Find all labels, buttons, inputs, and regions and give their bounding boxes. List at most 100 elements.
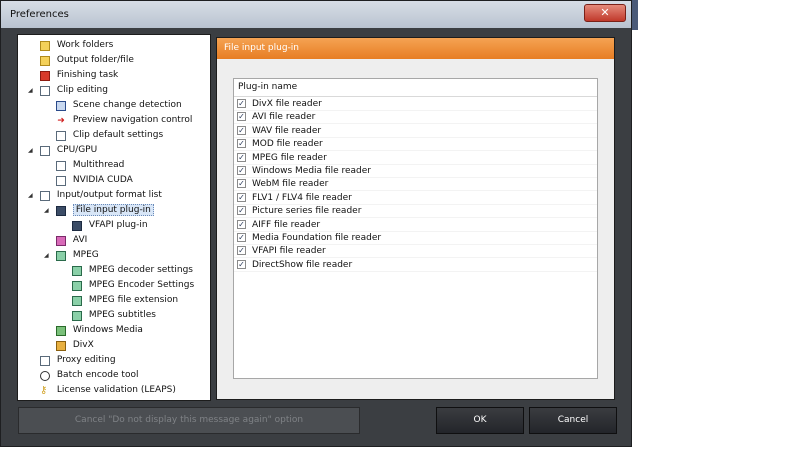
plugin-row[interactable]: ✓ FLV1 / FLV4 file reader: [234, 192, 597, 205]
tree-item-cpu-gpu[interactable]: CPU/GPU: [40, 143, 97, 158]
tree-item-mpeg-subtitles[interactable]: MPEG subtitles: [72, 308, 156, 323]
tree-item-preview-navigation-control[interactable]: ➜ Preview navigation control: [56, 113, 192, 128]
plugin-row[interactable]: ✓ MPEG file reader: [234, 152, 597, 165]
tree-item-mpeg-file-extension[interactable]: MPEG file extension: [72, 293, 178, 308]
monitor-icon: [72, 220, 82, 231]
plugin-row[interactable]: ✓ AVI file reader: [234, 111, 597, 125]
tree-item-label: MPEG Encoder Settings: [88, 280, 195, 290]
close-button[interactable]: ✕: [584, 4, 626, 22]
plugin-checkbox[interactable]: ✓: [237, 139, 246, 149]
plugin-checkbox[interactable]: ✓: [237, 125, 246, 135]
collapse-arrow-icon[interactable]: ◢: [28, 147, 33, 154]
plugin-row[interactable]: ✓ MOD file reader: [234, 138, 597, 152]
tree-item-label: AVI: [72, 235, 88, 245]
tree-item-label: Input/output format list: [56, 190, 162, 200]
tree-item-label: Scene change detection: [72, 100, 182, 110]
tree-item-label: MPEG decoder settings: [88, 265, 193, 275]
tree-item-label: MPEG: [72, 250, 99, 260]
tree-item-label: Multithread: [72, 160, 125, 170]
tree-item-clip-default-settings[interactable]: Clip default settings: [56, 128, 163, 143]
plugin-name: AVI file reader: [252, 112, 316, 123]
tree-item-label: Work folders: [56, 40, 114, 50]
plugin-checkbox[interactable]: ✓: [237, 192, 246, 202]
tree-item-label: MPEG file extension: [88, 295, 179, 305]
plugin-row[interactable]: ✓ VFAPI file reader: [234, 245, 597, 259]
tree-item-label: VFAPI plug-in: [88, 220, 148, 230]
plugin-checkbox[interactable]: ✓: [237, 259, 246, 269]
close-icon: ✕: [600, 6, 610, 19]
collapse-arrow-icon[interactable]: ◢: [28, 192, 33, 199]
monitor-icon: [56, 205, 66, 216]
cancel-message-option-button[interactable]: Cancel "Do not display this message agai…: [18, 407, 360, 434]
plugin-row[interactable]: ✓ DirectShow file reader: [234, 259, 597, 272]
output-folder-icon: [40, 55, 50, 66]
plugin-checkbox[interactable]: ✓: [237, 152, 246, 162]
tree-item-license-validation[interactable]: ⚷ License validation (LEAPS): [40, 383, 176, 398]
cancel-button[interactable]: Cancel: [529, 407, 617, 434]
tree-item-label: License validation (LEAPS): [56, 385, 176, 395]
tree-item-label: NVIDIA CUDA: [72, 175, 133, 185]
tree-item-label: MPEG subtitles: [88, 310, 156, 320]
tree-item-vfapi-plug-in[interactable]: VFAPI plug-in: [72, 218, 148, 233]
plugin-row[interactable]: ✓ Picture series file reader: [234, 205, 597, 219]
tree-item-multithread[interactable]: Multithread: [56, 158, 124, 173]
finishing-task-icon: [40, 70, 50, 81]
ok-button[interactable]: OK: [436, 407, 524, 434]
tree-item-file-input-plug-in[interactable]: File input plug-in: [56, 203, 154, 218]
preferences-window: Preferences ✕ Work folders Output folder…: [0, 0, 632, 447]
collapse-arrow-icon[interactable]: ◢: [28, 87, 33, 94]
tree-item-label: File input plug-in: [72, 204, 154, 216]
clock-icon: [40, 370, 50, 381]
tree-item-output-folder-file[interactable]: Output folder/file: [40, 53, 134, 68]
tree-item-divx[interactable]: DivX: [56, 338, 94, 353]
plugin-checkbox[interactable]: ✓: [237, 166, 246, 175]
tree-item-nvidia-cuda[interactable]: NVIDIA CUDA: [56, 173, 133, 188]
plugin-name: WAV file reader: [252, 125, 322, 136]
plugin-list: Plug-in name ✓ DivX file reader ✓ AVI file …: [233, 78, 598, 379]
plugin-checkbox[interactable]: ✓: [237, 112, 246, 122]
plugin-name: MOD file reader: [252, 139, 323, 150]
plugin-row[interactable]: ✓ Media Foundation file reader: [234, 232, 597, 245]
collapse-arrow-icon[interactable]: ◢: [44, 252, 49, 259]
plugin-name: VFAPI file reader: [252, 246, 326, 257]
plugin-checkbox[interactable]: ✓: [237, 179, 246, 189]
plugin-checkbox[interactable]: ✓: [237, 219, 246, 229]
tree-item-label: CPU/GPU: [56, 145, 98, 155]
plugin-checkbox[interactable]: ✓: [237, 99, 246, 108]
tree-item-mpeg[interactable]: MPEG: [56, 248, 99, 263]
scene-change-icon: [56, 100, 66, 111]
tree-item-label: Clip default settings: [72, 130, 164, 140]
tree-item-work-folders[interactable]: Work folders: [40, 38, 113, 53]
window-title: Preferences: [10, 9, 69, 20]
tree-item-label: Proxy editing: [56, 355, 116, 365]
proxy-icon: [40, 355, 50, 366]
plugin-row[interactable]: ✓ WAV file reader: [234, 125, 597, 138]
tree-item-mpeg-encoder-settings[interactable]: MPEG Encoder Settings: [72, 278, 194, 293]
panel-header: File input plug-in: [217, 38, 614, 59]
tree-item-input-output-format-list[interactable]: Input/output format list: [40, 188, 162, 203]
tree-item-label: Finishing task: [56, 70, 119, 80]
plugin-row[interactable]: ✓ Windows Media file reader: [234, 165, 597, 178]
tree-item-avi[interactable]: AVI: [56, 233, 87, 248]
tree-item-mpeg-decoder-settings[interactable]: MPEG decoder settings: [72, 263, 193, 278]
plugin-row[interactable]: ✓ DivX file reader: [234, 98, 597, 111]
plugin-checkbox[interactable]: ✓: [237, 246, 246, 256]
tree-item-batch-encode-tool[interactable]: Batch encode tool: [40, 368, 138, 383]
tree-item-proxy-editing[interactable]: Proxy editing: [40, 353, 116, 368]
mpeg-settings-icon: [72, 265, 82, 276]
collapse-arrow-icon[interactable]: ◢: [44, 207, 49, 214]
bottom-bar: Cancel "Do not display this message agai…: [1, 401, 631, 447]
plugin-checkbox[interactable]: ✓: [237, 206, 246, 216]
tree-item-scene-change-detection[interactable]: Scene change detection: [56, 98, 182, 113]
tree-item-label: Clip editing: [56, 85, 108, 95]
column-header-label: Plug-in name: [238, 82, 298, 92]
tree-item-windows-media[interactable]: Windows Media: [56, 323, 143, 338]
plugin-row[interactable]: ✓ AIFF file reader: [234, 219, 597, 232]
tree-item-label: Batch encode tool: [56, 370, 139, 380]
plugin-checkbox[interactable]: ✓: [237, 233, 246, 242]
tree-item-clip-editing[interactable]: Clip editing: [40, 83, 108, 98]
tree-item-finishing-task[interactable]: Finishing task: [40, 68, 118, 83]
folder-icon: [40, 40, 50, 51]
list-column-header[interactable]: Plug-in name: [234, 79, 597, 97]
plugin-row[interactable]: ✓ WebM file reader: [234, 178, 597, 192]
